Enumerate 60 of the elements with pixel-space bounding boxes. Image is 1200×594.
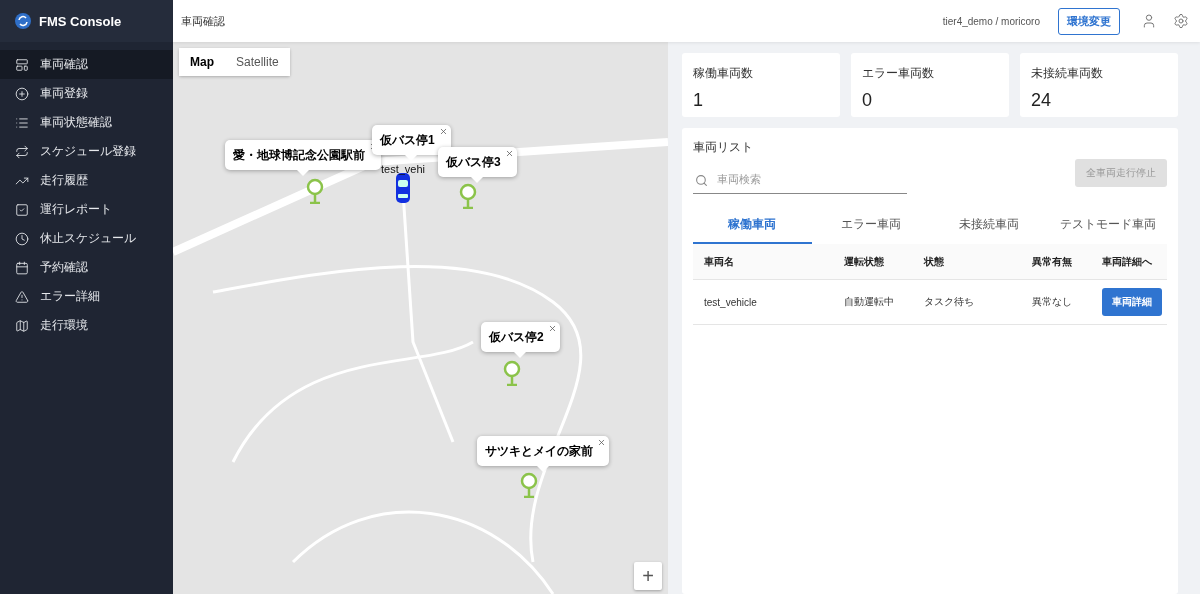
vehicle-tab[interactable]: エラー車両 xyxy=(811,208,930,244)
stat-label: エラー車両数 xyxy=(862,65,935,82)
vehicle-tab[interactable]: 未接続車両 xyxy=(930,208,1049,244)
close-icon[interactable] xyxy=(504,149,514,158)
nav-item[interactable]: エラー詳細 xyxy=(0,282,173,311)
page-title: 車両確認 xyxy=(181,13,226,29)
column-header: 運転状態 xyxy=(833,244,913,280)
nav-item[interactable]: 車両登録 xyxy=(0,79,173,108)
stat-value: 24 xyxy=(1031,90,1053,111)
close-icon[interactable] xyxy=(547,324,557,333)
stat-label: 稼働車両数 xyxy=(693,65,754,82)
stop-pin-icon[interactable] xyxy=(306,178,324,204)
popup-pointer xyxy=(537,466,549,472)
column-header: 車両詳細へ xyxy=(1091,244,1167,280)
nav-item[interactable]: スケジュール登録 xyxy=(0,137,173,166)
logo-icon xyxy=(15,13,31,29)
column-header: 異常有無 xyxy=(1021,244,1091,280)
nav-item[interactable]: 車両確認 xyxy=(0,50,173,79)
nav-item[interactable]: 休止スケジュール xyxy=(0,224,173,253)
nav-icon xyxy=(15,318,29,333)
nav-icon xyxy=(15,115,29,130)
nav-item[interactable]: 運行レポート xyxy=(0,195,173,224)
map-type-button[interactable]: Map xyxy=(179,48,225,76)
nav-icon xyxy=(15,289,29,304)
map-type-button[interactable]: Satellite xyxy=(225,48,290,76)
nav-icon xyxy=(15,231,29,246)
stat-label: 未接続車両数 xyxy=(1031,65,1104,82)
stop-pin-icon[interactable] xyxy=(459,183,477,209)
environment-button[interactable]: 環境変更 xyxy=(1058,7,1120,35)
nav-icon xyxy=(15,202,29,217)
list-title: 車両リスト xyxy=(693,139,754,156)
close-icon[interactable] xyxy=(438,127,448,136)
popup-pointer xyxy=(514,352,527,358)
popup-pointer xyxy=(297,170,309,176)
app-title: FMS Console xyxy=(39,13,122,29)
column-header: 車両名 xyxy=(693,244,833,280)
stop-pin-icon[interactable] xyxy=(503,360,521,386)
stop-pin-icon[interactable] xyxy=(520,472,538,498)
table-cell: test_vehicle xyxy=(693,280,833,325)
nav-item[interactable]: 予約確認 xyxy=(0,253,173,282)
nav-icon xyxy=(15,260,29,275)
nav-item[interactable]: 車両状態確認 xyxy=(0,108,173,137)
nav-icon xyxy=(15,144,29,159)
nav-item[interactable]: 走行履歴 xyxy=(0,166,173,195)
stat-value: 1 xyxy=(693,90,704,111)
table-cell: 自動運転中 xyxy=(833,280,913,325)
account-name: tier4_demo / moricoro xyxy=(942,15,1040,27)
detail-button[interactable]: 車両詳細 xyxy=(1102,288,1162,316)
stat-value: 0 xyxy=(862,90,873,111)
nav-icon xyxy=(15,86,29,101)
nav-item[interactable]: 走行環境 xyxy=(0,311,173,340)
zoom-in-button[interactable]: + xyxy=(634,562,662,590)
table-cell: タスク待ち xyxy=(913,280,1021,325)
popup-pointer xyxy=(471,177,484,183)
nav-icon xyxy=(15,57,29,72)
vehicle-label: test_vehi xyxy=(381,163,426,175)
column-header: 状態 xyxy=(913,244,1021,280)
vehicle-tab[interactable]: テストモード車両 xyxy=(1048,208,1167,244)
table-cell: 異常なし xyxy=(1021,280,1091,325)
close-icon[interactable] xyxy=(597,438,606,447)
